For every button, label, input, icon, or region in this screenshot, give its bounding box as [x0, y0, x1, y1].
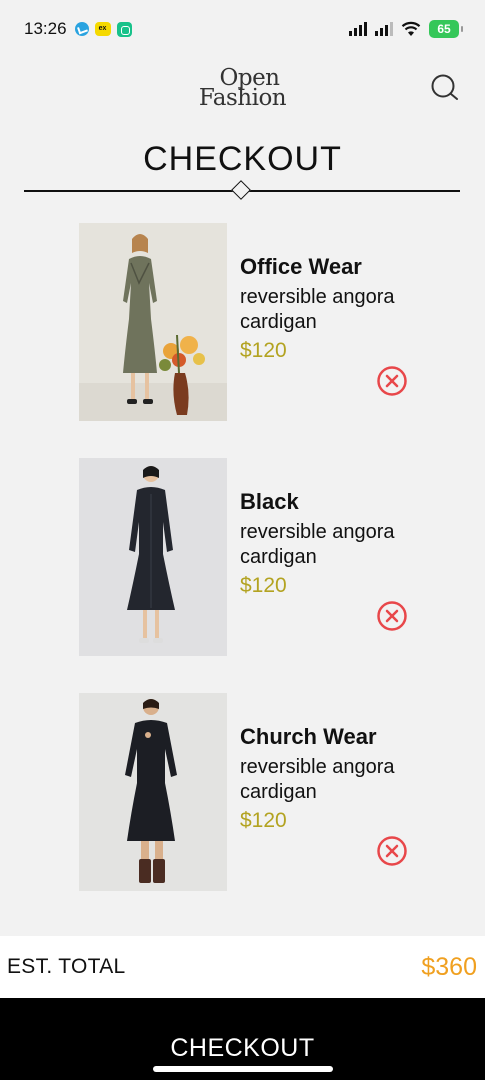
item-price: $120 — [240, 339, 287, 362]
status-bar: 13:26 ex 65 — [0, 0, 485, 58]
product-image[interactable] — [79, 223, 227, 421]
item-name: Church Wear — [240, 724, 377, 749]
wifi-icon — [401, 21, 421, 36]
battery-icon: 65 — [429, 20, 463, 38]
estimated-total-bar: EST. TOTAL $360 — [0, 936, 485, 998]
search-icon[interactable] — [429, 72, 459, 102]
product-image[interactable] — [79, 458, 227, 656]
cart-item[interactable]: Church Wear reversible angora cardigan $… — [79, 693, 419, 893]
signal-icon — [375, 22, 393, 36]
status-time: 13:26 — [24, 19, 67, 38]
product-image[interactable] — [79, 693, 227, 891]
remove-item-button[interactable] — [376, 365, 408, 397]
remove-item-button[interactable] — [376, 600, 408, 632]
cart-item[interactable]: Office Wear reversible angora cardigan $… — [79, 223, 419, 423]
item-name: Black — [240, 489, 299, 514]
item-price: $120 — [240, 809, 287, 832]
yellow-app-icon: ex — [94, 22, 111, 36]
telegram-icon — [74, 22, 89, 36]
remove-item-button[interactable] — [376, 835, 408, 867]
signal-icon — [349, 22, 367, 36]
logo-line-2: Fashion — [198, 85, 287, 111]
green-app-icon — [116, 21, 132, 37]
total-value: $360 — [421, 952, 477, 981]
home-indicator[interactable] — [153, 1066, 333, 1072]
title-divider — [24, 180, 460, 201]
status-right: 65 — [349, 20, 463, 38]
brand-logo[interactable]: Open Fashion — [0, 67, 485, 111]
item-description: reversible angora cardigan — [240, 286, 395, 333]
item-price: $120 — [240, 574, 287, 597]
item-description: reversible angora cardigan — [240, 756, 395, 803]
page-title: CHECKOUT — [143, 140, 342, 178]
item-name: Office Wear — [240, 254, 362, 279]
item-description: reversible angora cardigan — [240, 521, 395, 568]
cart-item[interactable]: Black reversible angora cardigan $120 — [79, 458, 419, 658]
diamond-ornament — [231, 180, 251, 200]
total-label: EST. TOTAL — [7, 955, 126, 978]
status-left: 13:26 ex — [24, 19, 132, 39]
